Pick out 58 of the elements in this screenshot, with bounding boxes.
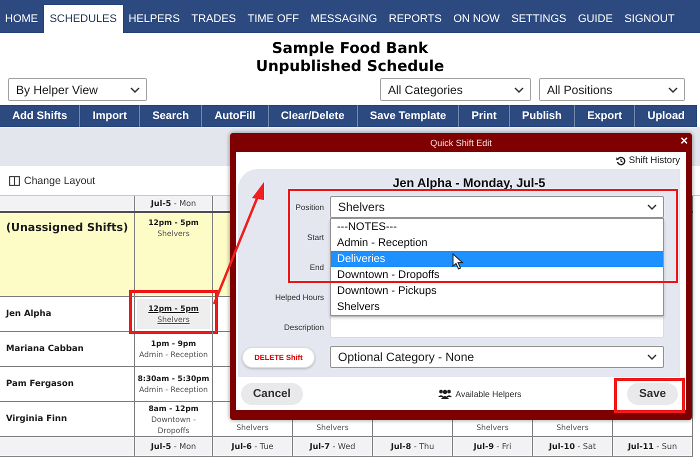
dropdown-option[interactable]: ---NOTES--- (331, 219, 663, 235)
helper-name: Jen Alpha (0, 297, 135, 331)
column-header: Jul-9 - Fri (474, 442, 512, 451)
close-button[interactable]: × (680, 134, 688, 148)
shift-heading: Jen Alpha - Monday, Jul-5 (392, 175, 546, 191)
shift-history-link[interactable]: Shift History (616, 155, 680, 166)
nav-tab[interactable]: MESSAGING (304, 5, 383, 33)
nav-tab[interactable]: SCHEDULES (44, 5, 123, 33)
caret-icon (647, 204, 657, 210)
view-dropdown[interactable]: By Helper View (8, 78, 147, 101)
field-label: Start (306, 232, 324, 242)
nav-tab[interactable]: TIME OFF (242, 5, 305, 33)
page-title: Unpublished Schedule (254, 57, 446, 75)
column-header: Jul-5 - Mon (150, 442, 196, 451)
column-header: Jul-8 - Thu (390, 442, 434, 451)
column-header: Jul-5 - Mon (150, 199, 196, 208)
columns-icon (9, 176, 20, 186)
helper-name: (Unassigned Shifts) (0, 213, 135, 296)
history-icon (616, 156, 626, 166)
people-icon (438, 388, 452, 398)
nav-tab[interactable]: HELPERS (122, 5, 186, 33)
available-helpers-link[interactable]: Available Helpers (438, 388, 522, 398)
caret-icon (668, 86, 678, 92)
save-button[interactable]: Save (627, 382, 678, 404)
column-header: Jul-10 - Sat (549, 442, 596, 451)
change-layout-link[interactable]: Change Layout (9, 174, 96, 186)
dropdown-option[interactable]: Downtown - Pickups (331, 283, 663, 299)
caret-icon (130, 86, 140, 92)
position-dropdown[interactable]: All Positions (539, 78, 685, 101)
nav-tab[interactable]: GUIDE (572, 5, 619, 33)
position-select[interactable]: Shelvers (330, 196, 664, 218)
field-label: Helped Hours (274, 292, 324, 302)
page-title: Sample Food Bank (270, 39, 430, 57)
nav-tab[interactable]: SIGNOUT (618, 5, 680, 33)
caret-icon (647, 354, 657, 360)
column-header: Jul-7 - Wed (310, 442, 356, 451)
category-select[interactable]: Optional Category - None (330, 346, 664, 368)
dialog-title: Quick Shift Edit (430, 138, 492, 148)
column-header: Jul-11 - Sun (628, 442, 678, 451)
helper-name: Mariana Cabban (0, 332, 135, 366)
cancel-button[interactable]: Cancel (241, 382, 303, 404)
nav-tab[interactable]: TRADES (186, 5, 242, 33)
nav-tab[interactable]: REPORTS (382, 5, 448, 33)
nav-tab[interactable]: HOME (3, 5, 44, 33)
column-header: Jul-6 - Tue (232, 442, 274, 451)
helper-name: Virginia Finn (0, 402, 135, 436)
field-label: End (308, 262, 324, 272)
caret-icon (514, 86, 524, 92)
dropdown-option[interactable]: Shelvers (331, 299, 663, 315)
nav-tab[interactable]: SETTINGS (506, 5, 572, 33)
category-dropdown[interactable]: All Categories (380, 78, 531, 101)
field-label: Position (294, 202, 324, 212)
dropdown-option[interactable]: Admin - Reception (331, 235, 663, 251)
field-label: Description (282, 322, 324, 332)
description-field[interactable] (330, 316, 664, 338)
helper-name: Pam Fergason (0, 367, 135, 401)
pointer-cursor-icon (452, 253, 464, 270)
nav-tab[interactable]: ON NOW (448, 5, 506, 33)
